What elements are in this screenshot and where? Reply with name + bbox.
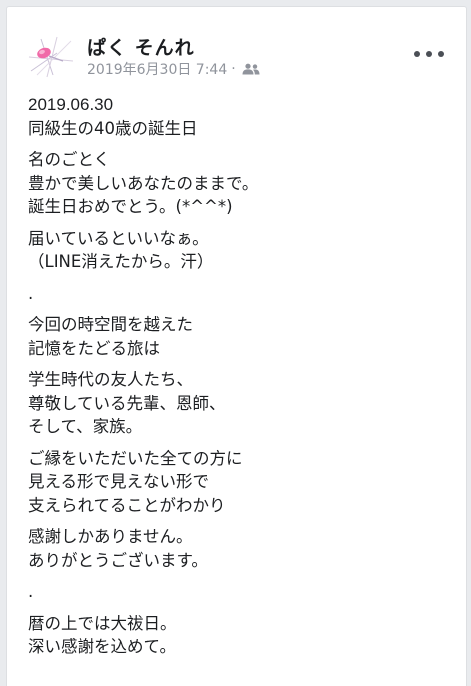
post-line: 同級生の40歳の誕生日 (28, 118, 198, 138)
post-line: 深い感謝を込めて。 (28, 637, 177, 656)
post-line: 誕生日おめでとう。(*^^*) (28, 197, 233, 216)
post-line: 2019.06.30 (28, 95, 114, 114)
post-line: 豊かで美しいあなたのままで。 (28, 173, 259, 193)
post-line: （LINE消えたから。汗） (28, 252, 214, 271)
post-paragraph: . (28, 282, 458, 306)
post-line: 見える形で見えない形で (28, 472, 210, 491)
more-dot (414, 51, 420, 57)
post-card: ぱく そんれ 2019年6月30日 7:44 · 2019.06.30 同級生の… (6, 6, 467, 686)
avatar-illustration-icon (28, 36, 74, 78)
post-line: 暦の上では大祓日。 (28, 613, 177, 633)
post-line: . (28, 283, 34, 303)
post-line: 尊敬している先輩、恩師、 (28, 393, 226, 413)
post-line: そして、家族。 (28, 417, 143, 436)
avatar[interactable] (27, 31, 75, 79)
post-line: 今回の時空間を越えた (28, 315, 193, 334)
post-line: 感謝しかありません。 (28, 527, 193, 546)
post-paragraph: . (28, 580, 458, 604)
post-body: 2019.06.30 同級生の40歳の誕生日 名のごとく 豊かで美しいあなたのま… (28, 93, 458, 667)
meta-separator: · (231, 61, 236, 77)
friends-icon[interactable] (242, 63, 260, 75)
post-paragraph: 名のごとく 豊かで美しいあなたのままで。 誕生日おめでとう。(*^^*) (28, 148, 458, 219)
post-line: 支えられてることがわかり (28, 495, 226, 515)
post-line: . (28, 582, 34, 601)
post-line: 学生時代の友人たち、 (28, 370, 193, 389)
post-paragraph: 感謝しかありません。 ありがとうございます。 (28, 525, 458, 572)
post-paragraph: 今回の時空間を越えた 記憶をたどる旅は (28, 313, 458, 360)
post-line: ご縁をいただいた全ての方に (28, 448, 243, 468)
post-paragraph: 学生時代の友人たち、 尊敬している先輩、恩師、 そして、家族。 (28, 368, 458, 439)
post-paragraph: 届いているといいなぁ。 （LINE消えたから。汗） (28, 227, 458, 274)
more-options-icon[interactable] (414, 47, 444, 61)
post-line: ありがとうございます。 (28, 550, 208, 570)
more-dot (426, 51, 432, 57)
post-paragraph: 暦の上では大祓日。 深い感謝を込めて。 (28, 612, 458, 659)
more-dot (438, 51, 444, 57)
post-paragraph: ご縁をいただいた全ての方に 見える形で見えない形で 支えられてることがわかり (28, 447, 458, 518)
author-name[interactable]: ぱく そんれ (87, 33, 195, 60)
post-paragraph: 2019.06.30 同級生の40歳の誕生日 (28, 93, 458, 140)
post-line: 届いているといいなぁ。 (28, 228, 209, 248)
post-line: 名のごとく (28, 150, 111, 169)
post-meta: 2019年6月30日 7:44 · (87, 59, 260, 79)
post-line: 記憶をたどる旅は (28, 338, 160, 358)
post-timestamp[interactable]: 2019年6月30日 7:44 (87, 59, 227, 79)
